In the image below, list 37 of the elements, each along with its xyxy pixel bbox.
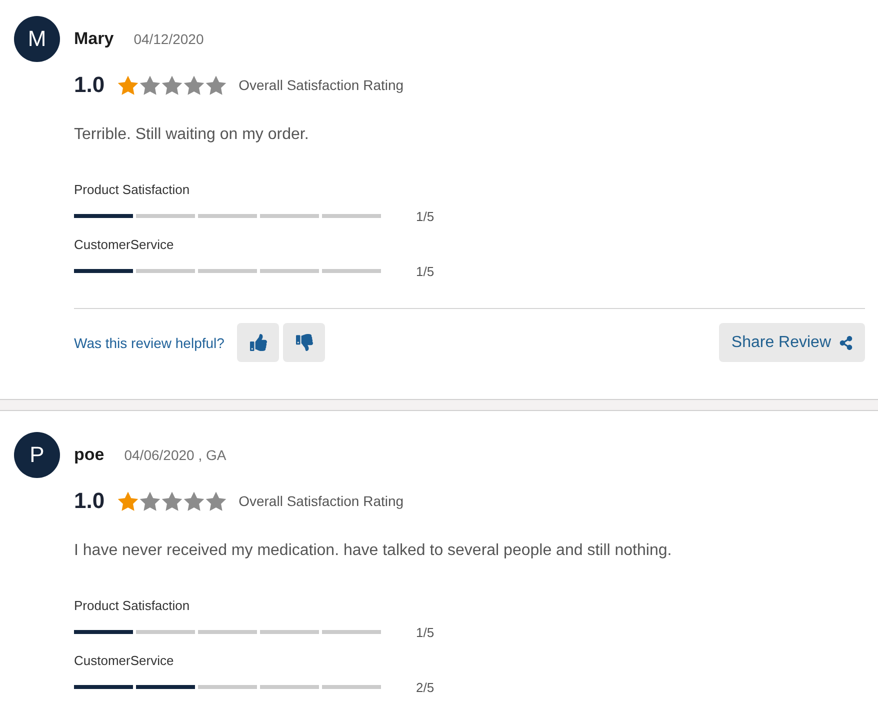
star-icon [160, 74, 183, 96]
dislike-button[interactable] [283, 323, 326, 362]
metric-reading: 1/5 [416, 208, 434, 224]
metric-label: Product Satisfaction [74, 181, 190, 199]
review-date: 04/06/2020 , GA [124, 447, 226, 463]
rating-label: Overall Satisfaction Rating [238, 77, 404, 93]
star-icon [182, 74, 205, 96]
review-text: Terrible. Still waiting on my order. [74, 125, 309, 145]
rating-label: Overall Satisfaction Rating [238, 493, 404, 509]
metric-reading: 1/5 [416, 624, 434, 640]
reviewer-name: poe [74, 445, 104, 465]
metric-label: CustomerService [74, 236, 174, 254]
review-date: 04/12/2020 [134, 31, 204, 47]
star-icon [138, 74, 161, 96]
share-review-button[interactable]: Share Review [719, 323, 865, 362]
star-icon [182, 490, 205, 512]
metric-label: Product Satisfaction [74, 597, 190, 615]
star-icon [116, 490, 139, 512]
review-text: I have never received my medication. have talked to several people and still nothing. [74, 541, 672, 561]
reviewer-name: Mary [74, 29, 114, 49]
helpful-prompt: Was this review helpful? [74, 334, 224, 350]
thumbs-down-icon [296, 334, 313, 351]
star-icon [116, 74, 139, 96]
star-icon [204, 74, 227, 96]
star-icon [138, 490, 161, 512]
metric-label: CustomerService [74, 652, 174, 670]
rating-score: 1.0 [74, 72, 105, 98]
avatar: M [14, 16, 60, 62]
metric-reading: 1/5 [416, 264, 434, 278]
rating-score: 1.0 [74, 488, 105, 514]
star-icon [204, 490, 227, 512]
avatar: P [14, 432, 60, 478]
metric-reading: 2/5 [416, 680, 434, 694]
like-button[interactable] [237, 323, 280, 362]
thumbs-up-icon [250, 334, 267, 351]
share-icon [839, 336, 853, 350]
star-icon [160, 490, 183, 512]
